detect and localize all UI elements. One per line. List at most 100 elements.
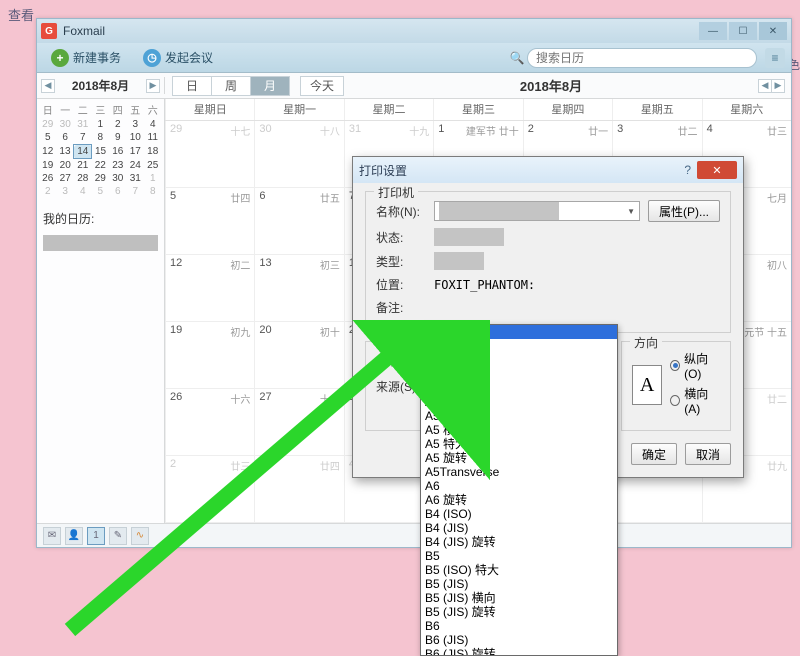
mini-day-cell[interactable]: 18 bbox=[144, 145, 162, 159]
calendar-day-cell[interactable]: 26十六 bbox=[165, 389, 254, 456]
mini-day-cell[interactable]: 10 bbox=[127, 131, 144, 145]
header-menu-button[interactable]: ≡ bbox=[765, 48, 785, 68]
dropdown-item[interactable]: B4 (ISO) bbox=[421, 507, 617, 521]
start-meeting-button[interactable]: ◷ 发起会议 bbox=[135, 46, 221, 70]
calendar-day-cell[interactable]: 5廿四 bbox=[165, 188, 254, 255]
dropdown-item[interactable]: B6 (JIS) 旋转 bbox=[421, 647, 617, 656]
view-month-tab[interactable]: 月 bbox=[250, 76, 290, 96]
mini-day-cell[interactable]: 31 bbox=[74, 118, 92, 131]
dropdown-item[interactable]: A5 bbox=[421, 409, 617, 423]
mini-day-cell[interactable]: 28 bbox=[74, 172, 92, 185]
dropdown-item[interactable]: A5 特大 bbox=[421, 437, 617, 451]
calendar-day-cell[interactable]: 29十七 bbox=[165, 121, 254, 188]
status-icon-mail[interactable]: ✉ bbox=[43, 527, 61, 545]
paper-size-dropdown[interactable]: A4A4 横向A4 加大A4 特大A4 小号A4 旋转A5A5 横向A5 特大A… bbox=[420, 324, 618, 656]
titlebar[interactable]: G Foxmail — ☐ ✕ bbox=[37, 19, 791, 43]
mini-day-cell[interactable]: 7 bbox=[74, 131, 92, 145]
mini-day-cell[interactable]: 20 bbox=[56, 159, 73, 173]
minimize-button[interactable]: — bbox=[699, 22, 727, 40]
dropdown-item[interactable]: B6 bbox=[421, 619, 617, 633]
mini-day-cell[interactable]: 9 bbox=[109, 131, 126, 145]
dropdown-item[interactable]: B4 (JIS) bbox=[421, 521, 617, 535]
calendar-day-cell[interactable]: 19初九 bbox=[165, 322, 254, 389]
mini-day-cell[interactable]: 31 bbox=[127, 172, 144, 185]
dropdown-item[interactable]: A4 旋转 bbox=[421, 395, 617, 409]
dropdown-item[interactable]: A4 加大 bbox=[421, 353, 617, 367]
status-icon-calendar[interactable]: 1 bbox=[87, 527, 105, 545]
dropdown-item[interactable]: B5 (JIS) bbox=[421, 577, 617, 591]
printer-properties-button[interactable]: 属性(P)... bbox=[648, 200, 720, 222]
mini-day-cell[interactable]: 29 bbox=[92, 172, 109, 185]
mini-day-cell[interactable]: 11 bbox=[144, 131, 162, 145]
mini-day-cell[interactable]: 13 bbox=[56, 145, 73, 159]
mini-day-cell[interactable]: 14 bbox=[74, 145, 92, 159]
mini-day-cell[interactable]: 15 bbox=[92, 145, 109, 159]
next-month-button[interactable]: ▶ bbox=[771, 79, 785, 93]
printer-name-combo[interactable]: ▼ bbox=[434, 201, 640, 221]
close-button[interactable]: ✕ bbox=[759, 22, 787, 40]
dropdown-item[interactable]: B5 (JIS) 旋转 bbox=[421, 605, 617, 619]
dropdown-item[interactable]: A4 特大 bbox=[421, 367, 617, 381]
dropdown-item[interactable]: A4 横向 bbox=[421, 339, 617, 353]
calendar-day-cell[interactable]: 27十七 bbox=[254, 389, 343, 456]
mini-day-cell[interactable]: 23 bbox=[109, 159, 126, 173]
calendar-day-cell[interactable]: 3廿四 bbox=[254, 456, 343, 523]
dialog-titlebar[interactable]: 打印设置 ? ✕ bbox=[353, 157, 743, 183]
mini-day-cell[interactable]: 3 bbox=[127, 118, 144, 131]
mini-day-cell[interactable]: 30 bbox=[109, 172, 126, 185]
ok-button[interactable]: 确定 bbox=[631, 443, 677, 465]
calendar-day-cell[interactable]: 2廿三 bbox=[165, 456, 254, 523]
mini-day-cell[interactable]: 30 bbox=[56, 118, 73, 131]
calendar-day-cell[interactable]: 20初十 bbox=[254, 322, 343, 389]
calendar-day-cell[interactable]: 13初三 bbox=[254, 255, 343, 322]
search-input[interactable] bbox=[527, 48, 757, 68]
mini-day-cell[interactable]: 2 bbox=[39, 185, 56, 198]
mini-day-cell[interactable]: 21 bbox=[74, 159, 92, 173]
dropdown-item[interactable]: B5 bbox=[421, 549, 617, 563]
mini-day-cell[interactable]: 6 bbox=[56, 131, 73, 145]
mini-day-cell[interactable]: 25 bbox=[144, 159, 162, 173]
landscape-radio[interactable]: 横向(A) bbox=[670, 385, 720, 416]
status-icon-rss[interactable]: ∿ bbox=[131, 527, 149, 545]
prev-month-button[interactable]: ◀ bbox=[758, 79, 772, 93]
cancel-button[interactable]: 取消 bbox=[685, 443, 731, 465]
dropdown-item[interactable]: B5 (ISO) 特大 bbox=[421, 563, 617, 577]
status-icon-notes[interactable]: ✎ bbox=[109, 527, 127, 545]
mini-day-cell[interactable]: 22 bbox=[92, 159, 109, 173]
view-week-tab[interactable]: 周 bbox=[211, 76, 251, 96]
dropdown-item[interactable]: A6 旋转 bbox=[421, 493, 617, 507]
mini-day-cell[interactable]: 8 bbox=[92, 131, 109, 145]
dropdown-item[interactable]: A5 横向 bbox=[421, 423, 617, 437]
mini-day-cell[interactable]: 29 bbox=[39, 118, 56, 131]
dialog-help-button[interactable]: ? bbox=[684, 163, 691, 177]
calendar-entry-redacted[interactable] bbox=[43, 235, 158, 251]
portrait-radio[interactable]: 纵向(O) bbox=[670, 350, 720, 381]
mini-day-cell[interactable]: 4 bbox=[74, 185, 92, 198]
mini-next-month-button[interactable]: ▶ bbox=[146, 79, 160, 93]
dropdown-item[interactable]: B4 (JIS) 旋转 bbox=[421, 535, 617, 549]
dropdown-item[interactable]: A4 小号 bbox=[421, 381, 617, 395]
dropdown-item[interactable]: A5Transverse bbox=[421, 465, 617, 479]
today-button[interactable]: 今天 bbox=[300, 76, 344, 96]
mini-day-cell[interactable]: 24 bbox=[127, 159, 144, 173]
mini-day-cell[interactable]: 6 bbox=[109, 185, 126, 198]
mini-day-cell[interactable]: 1 bbox=[92, 118, 109, 131]
mini-prev-month-button[interactable]: ◀ bbox=[41, 79, 55, 93]
mini-day-cell[interactable]: 5 bbox=[92, 185, 109, 198]
dropdown-item[interactable]: A5 旋转 bbox=[421, 451, 617, 465]
maximize-button[interactable]: ☐ bbox=[729, 22, 757, 40]
mini-day-cell[interactable]: 3 bbox=[56, 185, 73, 198]
mini-day-cell[interactable]: 5 bbox=[39, 131, 56, 145]
mini-day-cell[interactable]: 7 bbox=[127, 185, 144, 198]
mini-day-cell[interactable]: 27 bbox=[56, 172, 73, 185]
mini-day-cell[interactable]: 17 bbox=[127, 145, 144, 159]
mini-day-cell[interactable]: 1 bbox=[144, 172, 162, 185]
dropdown-item[interactable]: A4 bbox=[421, 325, 617, 339]
calendar-day-cell[interactable]: 6廿五 bbox=[254, 188, 343, 255]
calendar-day-cell[interactable]: 12初二 bbox=[165, 255, 254, 322]
dropdown-item[interactable]: B5 (JIS) 横向 bbox=[421, 591, 617, 605]
new-task-button[interactable]: + 新建事务 bbox=[43, 46, 129, 70]
mini-calendar[interactable]: 日一二三四五六293031123456789101112131415161718… bbox=[37, 99, 164, 200]
dialog-close-button[interactable]: ✕ bbox=[697, 161, 737, 179]
mini-day-cell[interactable]: 12 bbox=[39, 145, 56, 159]
